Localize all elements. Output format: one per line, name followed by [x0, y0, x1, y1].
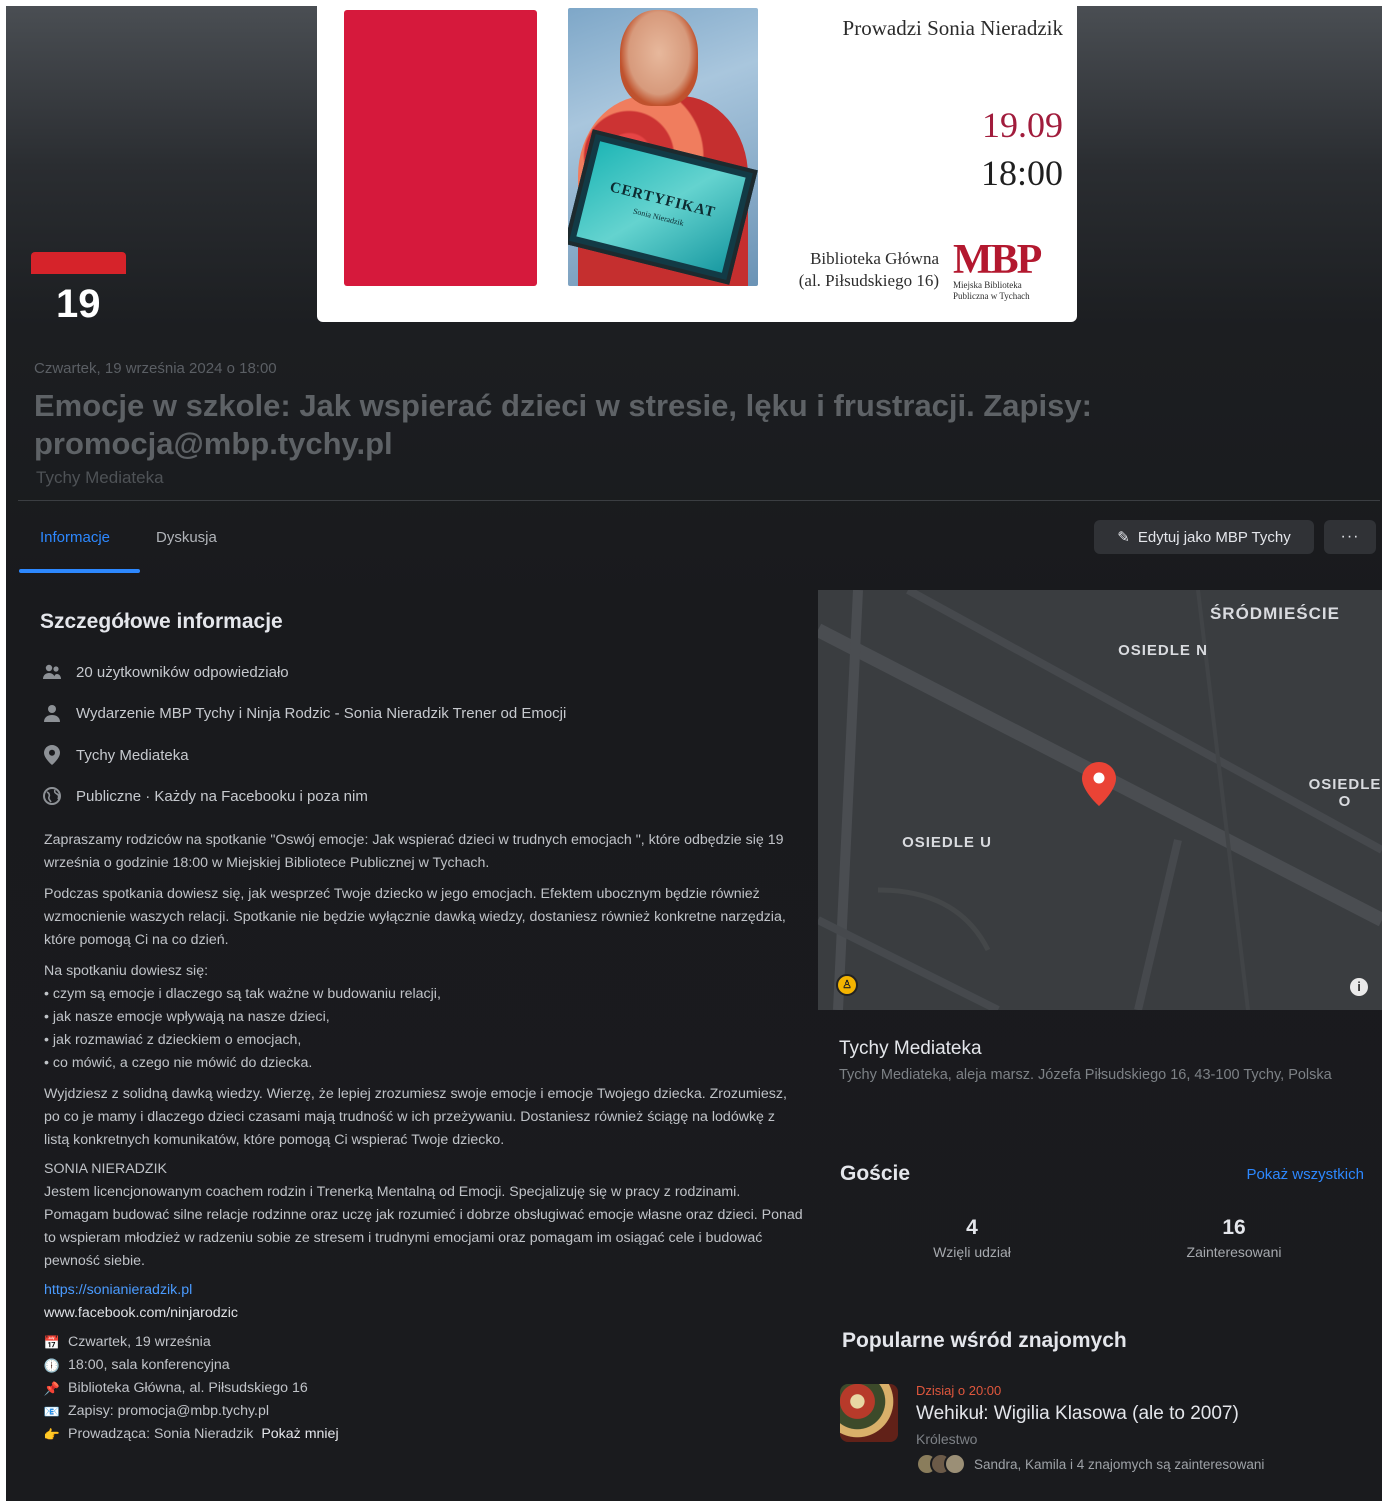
popular-title: Popularne wśród znajomych [842, 1329, 1127, 1352]
avatar [944, 1453, 966, 1475]
list-item: • jak nasze emocje wpływają na nasze dzi… [44, 1009, 330, 1025]
popular-event-where: Królestwo [916, 1431, 978, 1447]
location-pin-icon [42, 745, 62, 765]
detail-location[interactable]: Tychy Mediateka [42, 745, 189, 765]
popular-event-when: Dzisiaj o 20:00 [916, 1383, 1002, 1398]
list-item: • co mówić, a czego nie mówić do dziecka… [44, 1055, 313, 1071]
detail-privacy-text: Publiczne · Każdy na Facebooku i poza ni… [76, 787, 368, 805]
summary-place: 📌 Biblioteka Główna, al. Piłsudskiego 16 [44, 1377, 804, 1400]
detail-hosts-text: Wydarzenie MBP Tychy i Ninja Rodzic - So… [76, 704, 567, 722]
event-page: CERTYFIKAT Sonia Nieradzik Prowadzi Soni… [6, 6, 1382, 1501]
map-info-icon[interactable]: i [1350, 978, 1368, 996]
person-icon [42, 703, 62, 723]
venue-name[interactable]: Tychy Mediateka [839, 1038, 982, 1060]
summary-date: 📅 Czwartek, 19 września [44, 1331, 804, 1354]
list-item: • jak rozmawiać z dzieckiem o emocjach, [44, 1032, 302, 1048]
description-paragraph: Zapraszamy rodziców na spotkanie "Oswój … [44, 832, 784, 871]
guests-title: Goście [840, 1162, 911, 1185]
map-label-osiedle-u: OSIEDLE U [902, 834, 992, 851]
detail-privacy: Publiczne · Każdy na Facebooku i poza ni… [42, 786, 368, 806]
bio-name: SONIA NIERADZIK [44, 1161, 167, 1177]
bio-text: Jestem licencjonowanym coachem rodzin i … [44, 1184, 803, 1269]
summary-signup: 📧 Zapisy: promocja@mbp.tychy.pl [44, 1400, 804, 1423]
event-title: Emocje w szkole: Jak wspierać dzieci w s… [34, 388, 1092, 461]
description-paragraph: Wyjdziesz z solidną dawką wiedzy. Wierzę… [44, 1086, 787, 1148]
pencil-icon: ✎ [1117, 529, 1130, 546]
show-all-guests-link[interactable]: Pokaż wszystkich [1246, 1166, 1364, 1183]
popular-event-friends: Sandra, Kamila i 4 znajomych są zaintere… [916, 1453, 1264, 1475]
cover-place-line2: (al. Piłsudskiego 16) [798, 271, 939, 290]
cover-date: 19.09 [982, 105, 1063, 145]
globe-icon [42, 786, 62, 806]
cover-red-block [344, 10, 537, 286]
detail-hosts: Wydarzenie MBP Tychy i Ninja Rodzic - So… [42, 703, 566, 723]
cover-host: Prowadzi Sonia Nieradzik [842, 16, 1063, 40]
detail-responses-text: 20 użytkowników odpowiedziało [76, 663, 289, 681]
summary-host: 👉 Prowadząca: Sonia Nieradzik Pokaż mnie… [44, 1423, 804, 1446]
mbp-logo: MBP Miejska Biblioteka Publiczna w Tycha… [953, 237, 1065, 302]
date-badge-day: 19 [56, 282, 101, 326]
summary-host-text: Prowadząca: Sonia Nieradzik [68, 1426, 254, 1442]
map-pin-icon [1082, 762, 1116, 806]
header-divider [18, 500, 1380, 501]
list-intro: Na spotkaniu dowiesz się: [44, 963, 209, 979]
facebook-link[interactable]: www.facebook.com/ninjarodzic [44, 1302, 804, 1325]
went-stat[interactable]: 4 Wzięli udział [892, 1216, 1052, 1260]
edit-button-label: Edytuj jako MBP Tychy [1137, 528, 1291, 546]
details-title: Szczegółowe informacje [40, 610, 283, 633]
event-description: Zapraszamy rodziców na spotkanie "Oswój … [44, 829, 804, 1446]
event-organizer[interactable]: Tychy Mediateka [36, 468, 164, 488]
detail-location-text: Tychy Mediateka [76, 746, 189, 764]
event-datetime: Czwartek, 19 września 2024 o 18:00 [34, 360, 277, 377]
list-item: • czym są emocje i dlaczego są tak ważne… [44, 986, 441, 1002]
mbp-logo-text: MBP [953, 237, 1042, 283]
envelope-icon: 📧 [43, 1404, 61, 1419]
map-label-osiedle-n: OSIEDLE N [1118, 642, 1208, 659]
went-count: 4 [966, 1216, 978, 1239]
pointer-icon: 👉 [43, 1427, 61, 1442]
map-label-osiedle-o: OSIEDLE O [1308, 776, 1382, 810]
mbp-logo-sub2: Publiczna w Tychach [953, 291, 1030, 301]
host-face [620, 10, 698, 106]
host-photo: CERTYFIKAT Sonia Nieradzik [568, 8, 758, 286]
went-label: Wzięli udział [933, 1244, 1011, 1260]
summary-time: 🕕 18:00, sala konferencyjna [44, 1354, 804, 1377]
tab-dyskusja[interactable]: Dyskusja [156, 529, 217, 546]
summary-signup-text: Zapisy: promocja@mbp.tychy.pl [68, 1403, 270, 1419]
friend-avatars [916, 1453, 966, 1475]
map-label-srodmiescie: ŚRÓDMIEŚCIE [1209, 604, 1340, 623]
show-less-link[interactable]: Pokaż mniej [261, 1423, 338, 1446]
street-view-icon[interactable]: ♙ [836, 974, 858, 996]
mbp-logo-sub1: Miejska Biblioteka [953, 280, 1022, 290]
edit-as-page-button[interactable]: ✎ Edytuj jako MBP Tychy [1094, 520, 1314, 554]
cover-place: Biblioteka Główna (al. Piłsudskiego 16) [769, 248, 939, 292]
interested-label: Zainteresowani [1186, 1244, 1282, 1260]
calendar-icon: 📅 [43, 1335, 61, 1350]
more-options-button[interactable]: ··· [1324, 520, 1376, 554]
cover-image[interactable]: CERTYFIKAT Sonia Nieradzik Prowadzi Soni… [317, 6, 1077, 322]
clock-icon: 🕕 [43, 1358, 61, 1373]
popular-event-name[interactable]: Wehikuł: Wigilia Klasowa (ale to 2007) [916, 1403, 1239, 1425]
friends-text: Sandra, Kamila i 4 znajomych są zaintere… [974, 1456, 1265, 1472]
summary-date-text: Czwartek, 19 września [68, 1334, 211, 1350]
venue-map[interactable]: ŚRÓDMIEŚCIE OSIEDLE N OSIEDLE U OSIEDLE … [818, 590, 1382, 1010]
popular-event-thumbnail[interactable] [840, 1384, 898, 1442]
detail-responses: 20 użytkowników odpowiedziało [42, 662, 289, 682]
venue-address: Tychy Mediateka, aleja marsz. Józefa Pił… [839, 1067, 1332, 1083]
description-paragraph: Podczas spotkania dowiesz się, jak wespr… [44, 886, 786, 948]
interested-count: 16 [1222, 1216, 1246, 1239]
summary-place-text: Biblioteka Główna, al. Piłsudskiego 16 [68, 1380, 308, 1396]
active-tab-indicator [19, 569, 140, 573]
pushpin-icon: 📌 [43, 1381, 61, 1396]
website-link[interactable]: https://sonianieradzik.pl [44, 1279, 804, 1302]
date-badge-month [31, 252, 126, 274]
tab-informacje[interactable]: Informacje [40, 529, 110, 546]
interested-stat[interactable]: 16 Zainteresowani [1154, 1216, 1314, 1260]
people-icon [42, 662, 62, 682]
cover-time: 18:00 [980, 153, 1063, 193]
cover-place-line1: Biblioteka Główna [810, 249, 939, 268]
summary-time-text: 18:00, sala konferencyjna [68, 1357, 230, 1373]
